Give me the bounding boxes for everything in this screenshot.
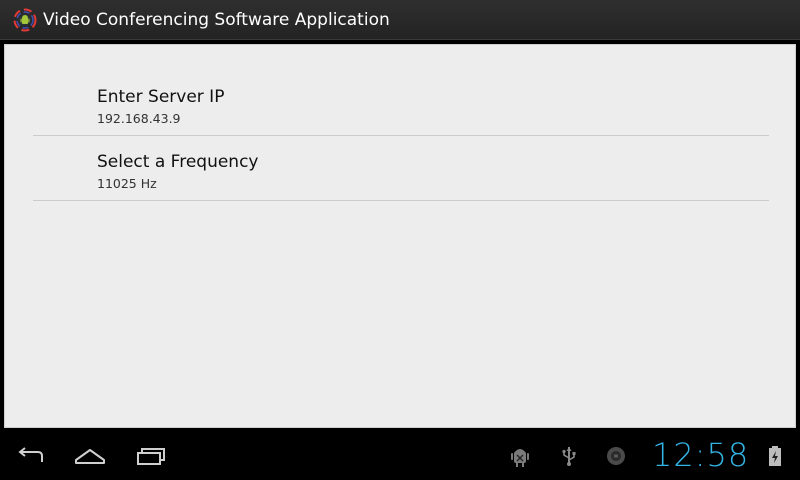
title-bar: Video Conferencing Software Application xyxy=(0,0,800,40)
android-app-icon xyxy=(13,8,37,31)
server-ip-preference[interactable]: Enter Server IP 192.168.43.9 xyxy=(33,71,769,136)
app-screen: Video Conferencing Software Application … xyxy=(0,0,800,480)
battery-charging-icon xyxy=(769,446,781,466)
frequency-preference[interactable]: Select a Frequency 11025 Hz xyxy=(33,136,769,201)
home-icon xyxy=(75,449,105,464)
recent-apps-icon xyxy=(137,448,165,465)
android-debug-icon xyxy=(511,449,529,467)
server-ip-value: 192.168.43.9 xyxy=(97,111,181,126)
recent-apps-button[interactable] xyxy=(130,440,170,472)
status-clock: 12:58 xyxy=(652,436,750,474)
usb-icon xyxy=(562,447,576,466)
server-ip-title: Enter Server IP xyxy=(97,87,225,107)
back-button[interactable] xyxy=(12,440,52,472)
frequency-title: Select a Frequency xyxy=(97,152,259,172)
frequency-value: 11025 Hz xyxy=(97,176,157,191)
preferences-panel: Enter Server IP 192.168.43.9 Select a Fr… xyxy=(4,44,796,428)
system-nav-bar: 12:58 xyxy=(0,432,800,480)
app-title: Video Conferencing Software Application xyxy=(43,9,390,30)
preferences-list: Enter Server IP 192.168.43.9 Select a Fr… xyxy=(33,71,769,201)
record-icon xyxy=(607,447,625,465)
back-icon xyxy=(18,447,43,462)
home-button[interactable] xyxy=(70,440,110,472)
